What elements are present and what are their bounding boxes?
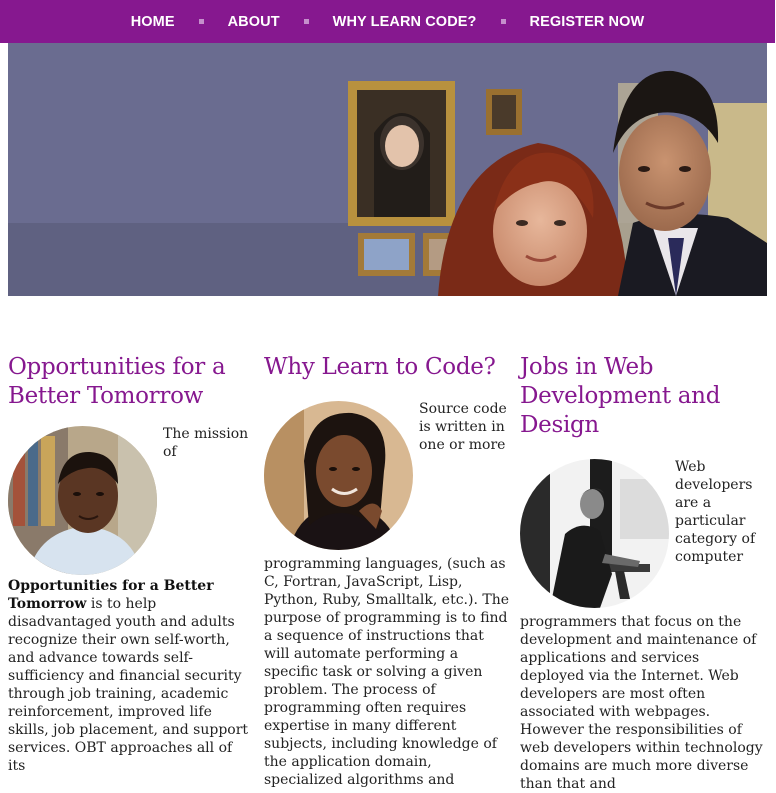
square-bullet-icon [500, 19, 506, 24]
content-column-why-code: Why Learn to Code? Source code is writte… [264, 353, 510, 789]
column-heading: Why Learn to Code? [264, 354, 496, 380]
column-body: Source code is written in one or more pr… [264, 400, 510, 789]
hero-illustration [8, 43, 767, 296]
column-intro-text: The mission of [163, 426, 249, 460]
column-body: The mission of Opportunities for a Bette… [8, 425, 252, 775]
hero-photo [8, 43, 767, 296]
smiling-young-woman-portrait [264, 401, 413, 550]
nav-about-link[interactable]: ABOUT [228, 14, 280, 30]
nav-why-learn-code-link[interactable]: WHY LEARN CODE? [333, 14, 477, 30]
content-column-opportunities: Opportunities for a Better Tomorrow The … [8, 353, 252, 775]
smiling-young-man-portrait [8, 426, 157, 575]
column-body: Web developers are a particular category… [520, 458, 766, 793]
square-bullet-icon [198, 19, 204, 24]
nav-register-now-link[interactable]: REGISTER NOW [530, 14, 645, 30]
content-column-web-jobs: Jobs in Web Development and Design Web d… [520, 353, 766, 793]
top-navigation: HOME ABOUT WHY LEARN CODE? REGISTER NOW [0, 0, 775, 43]
nav-home-link[interactable]: HOME [131, 14, 175, 30]
column-text: is to help disadvantaged youth and adult… [8, 596, 249, 774]
man-at-computer-photo [520, 459, 669, 608]
square-bullet-icon [303, 19, 309, 24]
column-heading: Jobs in Web Development and Design [520, 354, 721, 438]
column-heading: Opportunities for a Better Tomorrow [8, 354, 226, 409]
